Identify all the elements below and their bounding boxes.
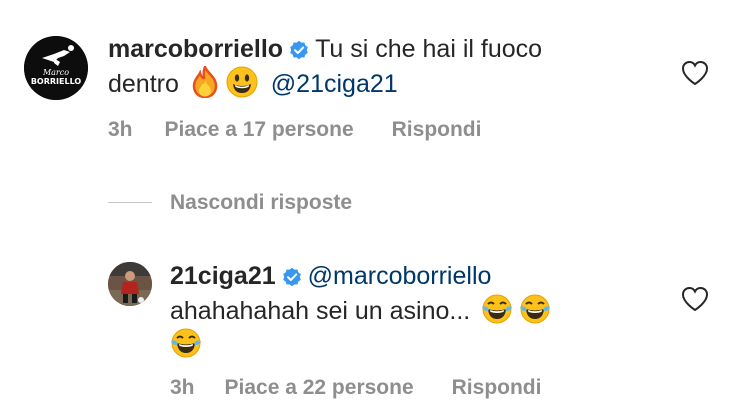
laughing-tears-emoji — [481, 293, 513, 334]
comment-likes-link[interactable]: Piace a 17 persone — [165, 118, 354, 141]
reply-time: 3h — [170, 376, 195, 399]
fire-emoji — [190, 64, 220, 107]
reply-meta: 3h Piace a 22 persone Rispondi — [170, 376, 579, 400]
comment-meta: 3h Piace a 17 persone Rispondi — [108, 118, 519, 142]
comment-time: 3h — [108, 118, 133, 141]
laughing-tears-emoji — [170, 327, 202, 368]
comment-line-2: dentro @21ciga21 — [108, 64, 398, 107]
comment-line-1: marcoborriello Tu si che hai il fuoco — [108, 32, 542, 69]
laughing-tears-emoji — [519, 293, 551, 334]
avatar-text-bottom: BORRIELLO — [31, 77, 82, 86]
comment-reply-button[interactable]: Rispondi — [392, 118, 482, 141]
hide-replies-button[interactable]: Nascondi risposte — [170, 191, 390, 215]
reply-line-3 — [170, 327, 208, 368]
reply-likes-link[interactable]: Piace a 22 persone — [225, 376, 414, 399]
heart-icon[interactable] — [680, 284, 710, 314]
reply-line-2: ahahahahah sei un asino... — [170, 293, 557, 334]
avatar-text-top: Marco — [42, 68, 69, 77]
hide-replies-label: Nascondi risposte — [170, 191, 353, 214]
reply-avatar-photo-icon — [108, 262, 152, 306]
avatar-logo-icon: Marco BORRIELLO — [24, 36, 88, 100]
heart-icon[interactable] — [680, 58, 710, 88]
reply-reply-button[interactable]: Rispondi — [452, 376, 542, 399]
verified-badge-icon — [282, 262, 302, 296]
reply-mention-link[interactable]: @marcoborriello — [308, 262, 492, 290]
reply-text: ahahahahah sei un asino... — [170, 297, 471, 325]
comment-text-continued: dentro — [108, 70, 179, 98]
reply-line-1: 21ciga21 @marcoborriello — [170, 259, 491, 296]
verified-badge-icon — [289, 35, 309, 69]
smile-emoji — [226, 66, 258, 107]
comment-text: Tu si che hai il fuoco — [315, 35, 543, 63]
reply-avatar[interactable] — [108, 262, 152, 306]
reply-username[interactable]: 21ciga21 — [170, 262, 276, 290]
thread-divider — [108, 202, 152, 203]
comment-username[interactable]: marcoborriello — [108, 35, 283, 63]
avatar[interactable]: Marco BORRIELLO — [24, 36, 88, 100]
comment-mention-link[interactable]: @21ciga21 — [271, 70, 398, 98]
